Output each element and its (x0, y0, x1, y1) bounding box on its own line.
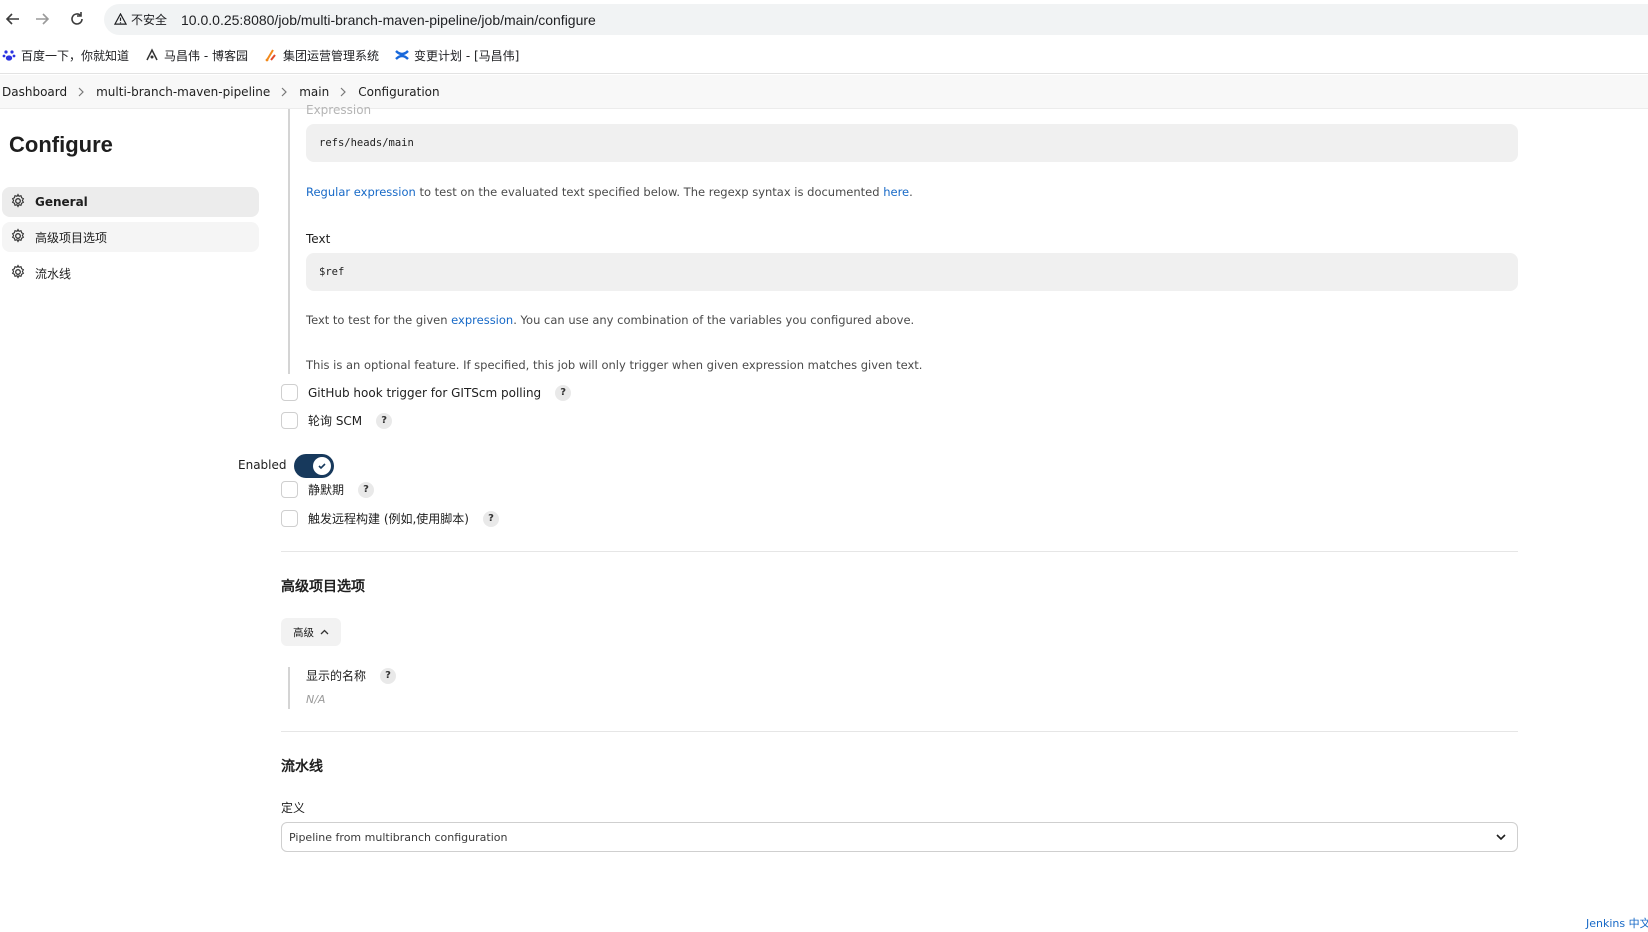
regular-expression-link[interactable]: Regular expression (306, 185, 416, 199)
text-input[interactable]: $ref (306, 253, 1518, 291)
insecure-label: 不安全 (131, 13, 168, 27)
regexp-docs-link[interactable]: here (883, 185, 909, 199)
breadcrumb: Dashboard multi-branch-maven-pipeline ma… (0, 75, 1648, 109)
text-help: Text to test for the given expression. Y… (306, 313, 914, 327)
chevron-right-icon (78, 87, 85, 97)
chevron-right-icon (281, 87, 288, 97)
github-hook-checkbox[interactable] (281, 384, 298, 401)
confluence-icon (395, 48, 409, 62)
github-hook-label[interactable]: GitHub hook trigger for GITScm polling (308, 386, 541, 400)
display-name-label: 显示的名称 (306, 669, 367, 683)
advanced-button-label: 高级 (293, 626, 314, 639)
footer-jenkins-link[interactable]: Jenkins 中文社区 (1586, 915, 1648, 931)
definition-label: 定义 (281, 801, 306, 815)
cnblogs-icon (145, 48, 159, 62)
nested-section-rule (288, 109, 290, 374)
insecure-indicator[interactable]: 不安全 (114, 11, 167, 28)
address-bar[interactable]: 不安全 10.0.0.25:8080/job/multi-branch-mave… (104, 4, 1648, 35)
bookmark-label: 集团运营管理系统 (282, 48, 379, 63)
breadcrumb-dashboard[interactable]: Dashboard (2, 83, 67, 101)
enabled-label: Enabled (238, 458, 287, 472)
help-icon[interactable]: ? (555, 384, 572, 401)
breadcrumb-configuration[interactable]: Configuration (358, 83, 439, 101)
bookmarks-bar: 百度一下，你就知道 马昌伟 - 博客园 集团运营管理系统 变更计划 - [马昌伟… (0, 42, 519, 68)
breadcrumb-job[interactable]: multi-branch-maven-pipeline (96, 83, 270, 101)
github-hook-trigger-row: GitHub hook trigger for GITScm polling ? (281, 384, 572, 401)
gear-icon (10, 192, 26, 212)
bookmark-label: 百度一下，你就知道 (21, 48, 130, 63)
remote-trigger-label[interactable]: 触发远程构建 (例如,使用脚本) (308, 510, 469, 527)
expression-label: Expression (306, 103, 372, 117)
help-icon[interactable]: ? (380, 667, 397, 684)
expression-link[interactable]: expression (451, 313, 513, 327)
definition-selected-value: Pipeline from multibranch configuration (289, 830, 508, 844)
quiet-period-row: 静默期 ? (281, 481, 375, 498)
sidebar-item-advanced[interactable]: 高级项目选项 (2, 222, 259, 252)
nested-section-rule (288, 667, 290, 709)
poll-scm-label[interactable]: 轮询 SCM (308, 412, 362, 429)
url-text[interactable]: 10.0.0.25:8080/job/multi-branch-maven-pi… (181, 12, 596, 28)
display-name-row: 显示的名称 ? (306, 667, 397, 684)
baidu-paw-icon (2, 48, 16, 62)
bookmark-label: 变更计划 - [马昌伟] (414, 48, 520, 63)
bookmark-system[interactable]: 集团运营管理系统 (264, 47, 379, 64)
page-title: Configure (9, 132, 113, 157)
warning-icon (114, 13, 127, 25)
help-icon[interactable]: ? (376, 412, 393, 429)
checkmark-icon (313, 457, 331, 475)
text-help-end: . You can use any combination of the var… (513, 313, 915, 327)
chevron-up-icon (320, 626, 329, 638)
bookmark-cnblogs[interactable]: 马昌伟 - 博客园 (145, 47, 248, 64)
remote-trigger-checkbox[interactable] (281, 510, 298, 527)
chevron-right-icon (340, 87, 347, 97)
section-divider (281, 551, 1518, 552)
help-icon[interactable]: ? (483, 510, 499, 527)
sidebar-item-label: 高级项目选项 (35, 230, 108, 245)
gear-icon (10, 227, 26, 247)
reload-icon[interactable] (66, 8, 88, 30)
poll-scm-checkbox[interactable] (281, 412, 298, 429)
expression-help: Regular expression to test on the evalua… (306, 185, 913, 199)
quiet-period-checkbox[interactable] (281, 481, 298, 498)
expression-help-middle: to test on the evaluated text specified … (415, 185, 884, 199)
text-help-start: Text to test for the given (306, 313, 452, 327)
section-divider (281, 731, 1518, 732)
chevron-down-icon (1495, 831, 1507, 846)
back-icon[interactable] (2, 8, 24, 30)
advanced-toggle-button[interactable]: 高级 (281, 618, 341, 646)
forward-icon[interactable] (31, 8, 53, 30)
optional-feature-note: This is an optional feature. If specifie… (306, 358, 923, 372)
enabled-toggle[interactable] (294, 454, 334, 478)
poll-scm-row: 轮询 SCM ? (281, 412, 393, 429)
text-label: Text (306, 232, 331, 246)
breadcrumb-branch[interactable]: main (299, 83, 329, 101)
bookmark-baidu[interactable]: 百度一下，你就知道 (2, 47, 129, 64)
sidebar-item-general[interactable]: General (2, 187, 259, 217)
sidebar-item-pipeline[interactable]: 流水线 (2, 258, 259, 288)
display-name-value: N/A (306, 693, 326, 706)
gear-icon (10, 263, 26, 283)
advanced-section-title: 高级项目选项 (281, 579, 365, 595)
system-icon (264, 48, 278, 62)
expression-help-end: . (909, 185, 913, 199)
bookmark-label: 马昌伟 - 博客园 (164, 48, 248, 63)
sidebar-item-label: 流水线 (35, 266, 72, 281)
help-icon[interactable]: ? (358, 481, 375, 498)
sidebar-item-label: General (35, 195, 88, 209)
expression-input[interactable]: refs/heads/main (306, 124, 1518, 162)
definition-select[interactable]: Pipeline from multibranch configuration (281, 822, 1518, 852)
quiet-period-label[interactable]: 静默期 (308, 481, 344, 498)
bookmark-confluence[interactable]: 变更计划 - [马昌伟] (395, 47, 519, 64)
remote-trigger-row: 触发远程构建 (例如,使用脚本) ? (281, 510, 499, 527)
pipeline-section-title: 流水线 (281, 759, 323, 775)
browser-toolbar: 不安全 10.0.0.25:8080/job/multi-branch-mave… (0, 0, 1648, 74)
